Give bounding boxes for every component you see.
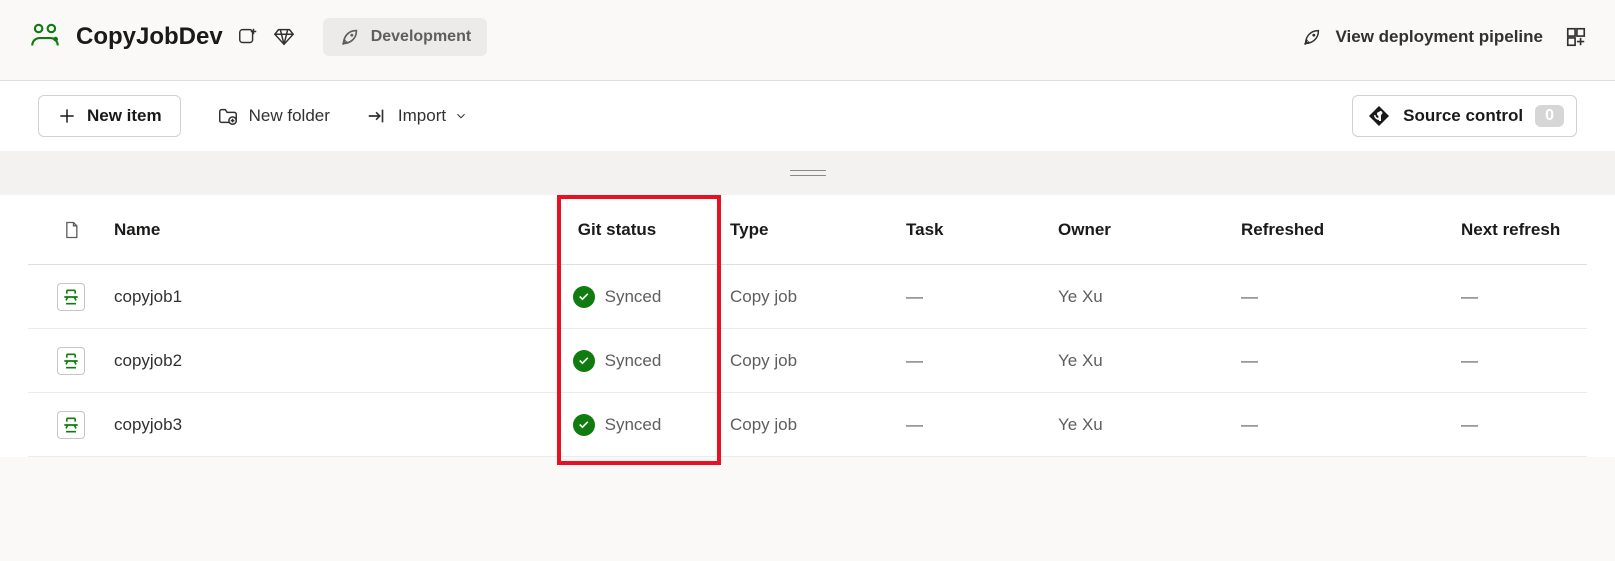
table-row[interactable]: copyjob3 Synced Copy job — Ye Xu — — <box>28 393 1587 457</box>
create-app-icon[interactable] <box>237 26 259 48</box>
header-right: View deployment pipeline <box>1301 26 1587 48</box>
item-next-refresh: — <box>1461 287 1615 307</box>
rocket-icon <box>339 26 361 48</box>
table-wrap: Name Git status Type Task Owner Refreshe… <box>0 195 1615 457</box>
grip-icon <box>790 170 826 176</box>
environment-label: Development <box>371 28 471 46</box>
item-git-status: Synced <box>504 350 730 372</box>
item-owner: Ye Xu <box>1058 415 1241 435</box>
table-row[interactable]: copyjob2 Synced Copy job — Ye Xu — — <box>28 329 1587 393</box>
item-name[interactable]: copyjob3 <box>114 415 504 435</box>
item-type: Copy job <box>730 415 906 435</box>
item-type: Copy job <box>730 351 906 371</box>
item-next-refresh: — <box>1461 351 1615 371</box>
table-row[interactable]: copyjob1 Synced Copy job — Ye Xu — — <box>28 265 1587 329</box>
git-status-text: Synced <box>605 415 662 435</box>
header-left: CopyJobDev Development <box>28 18 1301 56</box>
new-item-label: New item <box>87 106 162 126</box>
page-header: CopyJobDev Development <box>0 0 1615 81</box>
new-item-button[interactable]: New item <box>38 95 181 137</box>
manage-access-icon[interactable] <box>1565 26 1587 48</box>
item-type-icon <box>28 411 114 439</box>
new-folder-button[interactable]: New folder <box>217 105 330 127</box>
col-header-git-status[interactable]: Git status <box>504 220 730 240</box>
toolbar: New item New folder Import Source contro… <box>0 81 1615 151</box>
environment-pill[interactable]: Development <box>323 18 487 56</box>
item-task: — <box>906 287 1058 307</box>
table-header-row: Name Git status Type Task Owner Refreshe… <box>28 195 1587 265</box>
item-type-icon <box>28 283 114 311</box>
item-git-status: Synced <box>504 414 730 436</box>
import-button[interactable]: Import <box>366 105 468 127</box>
source-control-label: Source control <box>1403 106 1523 126</box>
check-icon <box>573 414 595 436</box>
source-control-count: 0 <box>1535 105 1564 127</box>
item-refreshed: — <box>1241 415 1461 435</box>
item-owner: Ye Xu <box>1058 287 1241 307</box>
item-refreshed: — <box>1241 351 1461 371</box>
item-name[interactable]: copyjob1 <box>114 287 504 307</box>
workspace-icon <box>28 20 62 54</box>
import-label: Import <box>398 106 446 126</box>
item-refreshed: — <box>1241 287 1461 307</box>
col-header-refreshed[interactable]: Refreshed <box>1241 220 1461 240</box>
col-header-task[interactable]: Task <box>906 220 1058 240</box>
item-name[interactable]: copyjob2 <box>114 351 504 371</box>
col-header-owner[interactable]: Owner <box>1058 220 1241 240</box>
item-type-icon <box>28 347 114 375</box>
view-pipeline-link[interactable]: View deployment pipeline <box>1301 26 1543 48</box>
diamond-icon[interactable] <box>273 26 295 48</box>
resize-handle[interactable] <box>0 151 1615 195</box>
workspace-title: CopyJobDev <box>76 23 223 51</box>
new-folder-label: New folder <box>249 106 330 126</box>
item-next-refresh: — <box>1461 415 1615 435</box>
check-icon <box>573 350 595 372</box>
item-git-status: Synced <box>504 286 730 308</box>
col-header-next-refresh[interactable]: Next refresh <box>1461 220 1615 240</box>
col-header-icon <box>28 220 114 240</box>
view-pipeline-label: View deployment pipeline <box>1335 27 1543 47</box>
item-type: Copy job <box>730 287 906 307</box>
git-status-text: Synced <box>605 351 662 371</box>
check-icon <box>573 286 595 308</box>
col-header-type[interactable]: Type <box>730 220 906 240</box>
item-task: — <box>906 351 1058 371</box>
item-task: — <box>906 415 1058 435</box>
git-status-text: Synced <box>605 287 662 307</box>
item-owner: Ye Xu <box>1058 351 1241 371</box>
items-table: Name Git status Type Task Owner Refreshe… <box>0 195 1615 457</box>
source-control-button[interactable]: Source control 0 <box>1352 95 1577 137</box>
col-header-name[interactable]: Name <box>114 220 504 240</box>
